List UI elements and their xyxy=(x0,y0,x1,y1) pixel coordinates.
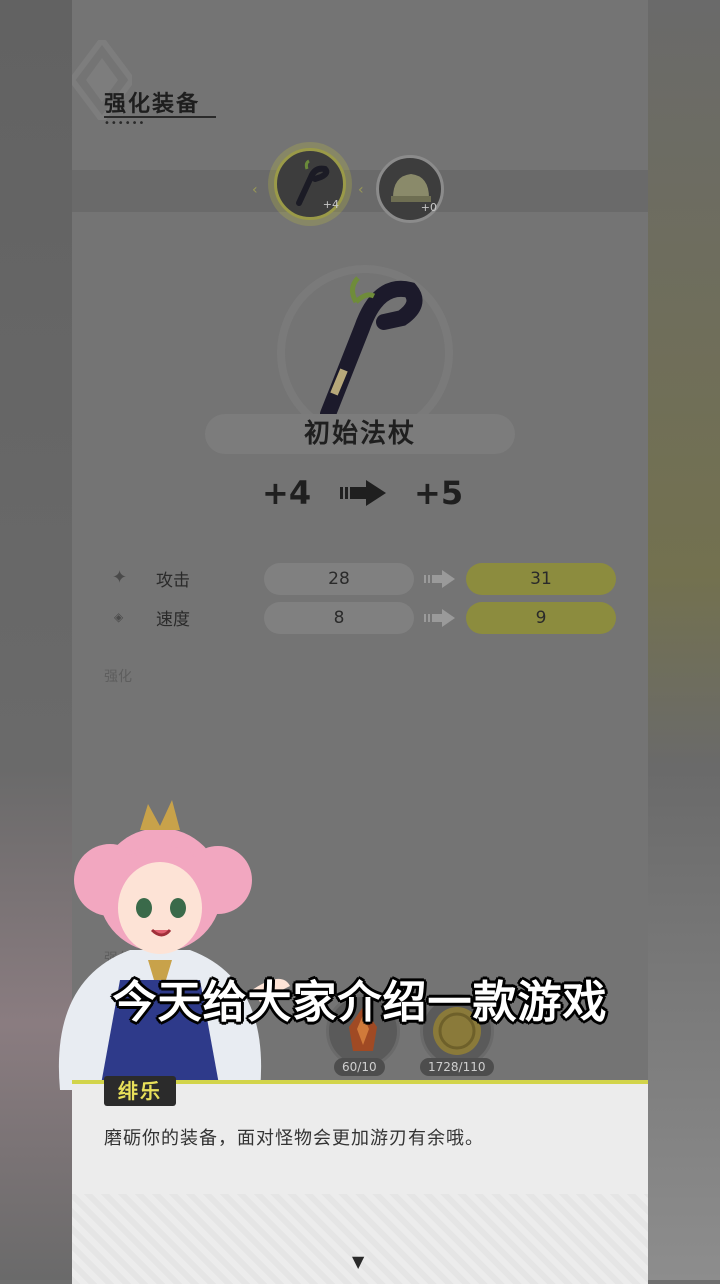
slot-left-arrow-icon: ‹ xyxy=(252,182,258,198)
title-dots: •••••• xyxy=(104,118,146,129)
character-portrait xyxy=(58,800,290,1090)
background-right xyxy=(648,0,720,1280)
page-title: 强化装备 xyxy=(104,92,201,117)
stat-new-value: 31 xyxy=(466,563,616,595)
level-arrow-icon xyxy=(340,480,386,506)
sparkle-icon: ✦ xyxy=(112,567,128,588)
stat-row-speed: ◈ 速度 8 9 xyxy=(72,602,648,634)
stat-row-attack: ✦ 攻击 28 31 xyxy=(72,563,648,595)
item-name: 初始法杖 xyxy=(303,419,416,449)
equipment-slot-helmet[interactable]: +0 xyxy=(376,155,444,223)
material-count: 1728/110 xyxy=(420,1058,494,1076)
material-count: 60/10 xyxy=(334,1058,385,1076)
slot-right-arrow-icon: ‹ xyxy=(358,182,364,198)
diamond-icon: ◈ xyxy=(114,610,124,624)
stat-arrow-icon xyxy=(424,570,455,588)
stat-current-value: 28 xyxy=(264,563,414,595)
video-caption: 今天给大家介绍一款游戏 xyxy=(112,977,608,1028)
speaker-name: 绯乐 xyxy=(104,1076,176,1106)
stat-current-value: 8 xyxy=(264,602,414,634)
dialog-text: 磨砺你的装备，面对怪物会更加游刃有余哦。 xyxy=(104,1128,484,1149)
next-arrow-icon[interactable]: ▼ xyxy=(352,1252,364,1271)
level-to: +5 xyxy=(414,474,464,512)
dialog-box[interactable]: 绯乐 磨砺你的装备，面对怪物会更加游刃有余哦。 ▼ xyxy=(72,1076,648,1284)
stat-label: 速度 xyxy=(156,610,190,630)
equipment-slot-staff[interactable]: +4 xyxy=(274,148,346,220)
staff-icon xyxy=(320,276,423,422)
stat-new-value: 9 xyxy=(466,602,616,634)
stat-label: 攻击 xyxy=(156,571,190,591)
slot-level: +4 xyxy=(322,198,339,211)
stat-arrow-icon xyxy=(424,609,455,627)
slot-level: +0 xyxy=(420,201,437,214)
section-label-upgrade: 强化 xyxy=(104,669,132,685)
level-from: +4 xyxy=(262,474,312,512)
